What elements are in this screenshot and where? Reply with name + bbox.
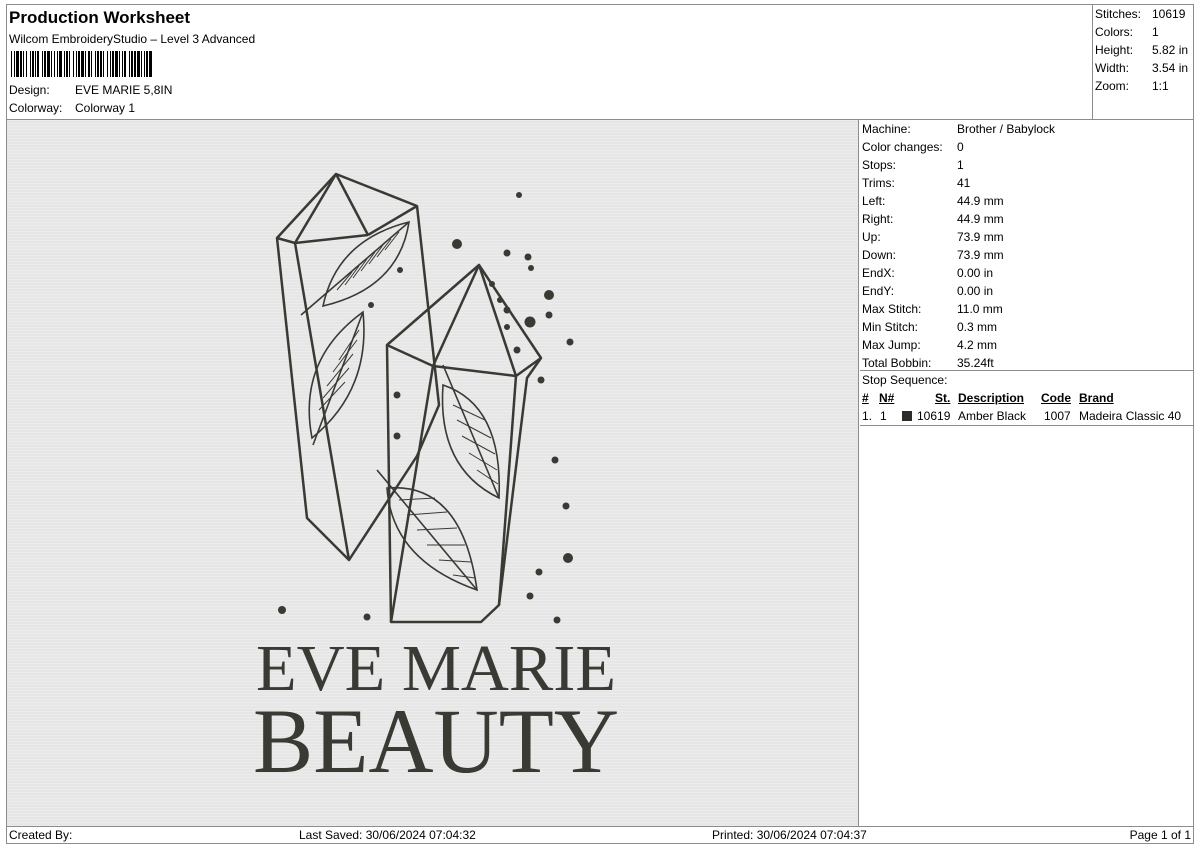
row-brand: Madeira Classic 40 [1079, 409, 1182, 423]
col-header-index: # [862, 391, 869, 405]
detail-label: Left: [862, 194, 886, 208]
detail-row: Max Jump: 4.2 mm [862, 338, 997, 352]
detail-label: Up: [862, 230, 881, 244]
detail-label: Min Stitch: [862, 320, 919, 334]
detail-value: 1 [957, 158, 964, 172]
embroidery-design: EVE MARIE BEAUTY [253, 172, 619, 792]
barcode [11, 51, 152, 77]
detail-label: EndY: [862, 284, 895, 298]
footer-divider [7, 826, 1193, 827]
page-number: Page 1 of 1 [1129, 828, 1191, 842]
detail-value: 4.2 mm [957, 338, 998, 352]
detail-value: 44.9 mm [957, 194, 1004, 208]
detail-value: 0.3 mm [957, 320, 998, 334]
crystal-front [385, 263, 543, 624]
detail-row: Color changes: 0 [862, 140, 964, 154]
col-header-needle: N# [879, 391, 895, 405]
detail-row: Stops: 1 [862, 158, 964, 172]
stat-height: Height: 5.82 in [1095, 43, 1189, 57]
created-by: Created By: [9, 828, 73, 842]
detail-value: 44.9 mm [957, 212, 1004, 226]
detail-value: 73.9 mm [957, 230, 1004, 244]
design-row: Design: EVE MARIE 5,8IN [9, 83, 172, 97]
design-value: EVE MARIE 5,8IN [75, 83, 173, 97]
detail-label: Trims: [862, 176, 895, 190]
color-swatch [902, 411, 912, 421]
last-saved: Last Saved: 30/06/2024 07:04:32 [299, 828, 476, 842]
stats-panel: Stitches: 10619 Colors: 1 Height: 5.82 in W… [1093, 5, 1195, 119]
design-label: Design: [9, 83, 50, 97]
page-title: Production Worksheet [9, 8, 191, 27]
detail-value: 35.24ft [957, 356, 994, 370]
colorway-value: Colorway 1 [75, 101, 136, 115]
stat-stitches: Stitches: 10619 [1095, 7, 1186, 21]
row-code: 1007 [1044, 409, 1071, 423]
colorway-row: Colorway: Colorway 1 [9, 101, 135, 115]
stop-sequence-title: Stop Sequence: [862, 373, 948, 387]
detail-value: 41 [957, 176, 971, 190]
worksheet-frame: Production Worksheet Wilcom EmbroiderySt… [6, 4, 1194, 844]
stop-sequence-divider [860, 425, 1193, 426]
leaf-3 [441, 383, 501, 500]
detail-value: 0 [957, 140, 964, 154]
colorway-label: Colorway: [9, 101, 63, 115]
row-stitches: 10619 [917, 409, 951, 423]
crystal-back [275, 172, 441, 562]
detail-label: Max Jump: [862, 338, 921, 352]
detail-value: 73.9 mm [957, 248, 1004, 262]
stat-colors: Colors: 1 [1095, 25, 1159, 39]
detail-value: 11.0 mm [957, 302, 1003, 316]
detail-label: Right: [862, 212, 894, 226]
detail-row: Up: 73.9 mm [862, 230, 1004, 244]
details-divider [860, 370, 1193, 371]
stat-width: Width: 3.54 in [1095, 61, 1189, 75]
printed-date: Printed: 30/06/2024 07:04:37 [712, 828, 867, 842]
detail-row: Min Stitch: 0.3 mm [862, 320, 997, 334]
row-description: Amber Black [958, 409, 1027, 423]
worksheet-header: Production Worksheet Wilcom EmbroiderySt… [7, 5, 1093, 119]
detail-row: Machine: Brother / Babylock [862, 122, 1055, 136]
detail-label: Color changes: [862, 140, 943, 154]
detail-value: 0.00 in [957, 284, 994, 298]
detail-row: Trims: 41 [862, 176, 970, 190]
detail-label: Machine: [862, 122, 911, 136]
detail-row: Max Stitch: 11.0 mm [862, 302, 1003, 316]
col-header-brand: Brand [1079, 391, 1114, 405]
detail-value: Brother / Babylock [957, 122, 1056, 136]
detail-label: Total Bobbin: [862, 356, 932, 370]
col-header-code: Code [1041, 391, 1071, 405]
leaves [300, 220, 501, 592]
detail-row: EndY: 0.00 in [862, 284, 993, 298]
col-header-description: Description [958, 391, 1025, 405]
detail-value: 0.00 in [957, 266, 994, 280]
detail-row: Right: 44.9 mm [862, 212, 1004, 226]
detail-label: Stops: [862, 158, 897, 172]
row-needle: 1 [880, 409, 887, 423]
detail-label: Max Stitch: [862, 302, 922, 316]
details-panel: Machine: Brother / Babylock Color changes:… [860, 120, 1193, 826]
design-preview: EVE MARIE BEAUTY [7, 120, 859, 826]
detail-label: Down: [862, 248, 897, 262]
detail-row: Total Bobbin: 35.24ft [862, 356, 994, 370]
detail-row: Down: 73.9 mm [862, 248, 1004, 262]
row-index: 1. [862, 409, 873, 423]
design-text-line2: BEAUTY [253, 690, 619, 792]
software-name: Wilcom EmbroideryStudio – Level 3 Advanc… [9, 32, 256, 46]
col-header-stitches: St. [935, 391, 951, 405]
stat-zoom: Zoom: 1:1 [1095, 79, 1169, 93]
detail-row: Left: 44.9 mm [862, 194, 1004, 208]
detail-label: EndX: [862, 266, 895, 280]
detail-row: EndX: 0.00 in [862, 266, 993, 280]
